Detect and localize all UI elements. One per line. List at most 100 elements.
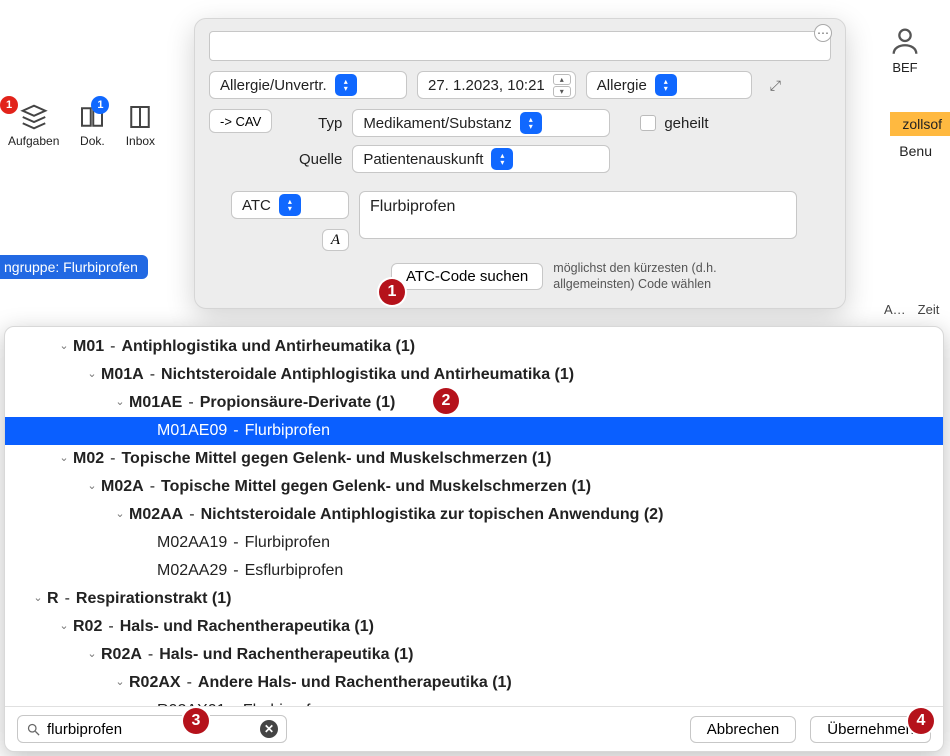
toolbar-dok-label: Dok. — [80, 134, 105, 148]
kind-select[interactable]: Allergie/Unvertr. — [209, 71, 407, 99]
category-select[interactable]: Allergie — [586, 71, 752, 99]
tree-code: M01A — [101, 363, 144, 387]
tree-branch[interactable]: ⌄M02AA-Nichtsteroidale Antiphlogistika z… — [5, 501, 943, 529]
tree-branch[interactable]: ⌄M01-Antiphlogistika und Antirheumatika … — [5, 333, 943, 361]
text-style-button[interactable]: A — [322, 229, 349, 251]
chevron-updown-icon — [279, 194, 301, 216]
kind-select-value: Allergie/Unvertr. — [220, 77, 327, 94]
date-value: 27. 1.2023, 10:21 — [428, 77, 545, 94]
allergy-dialog: ⋯ Allergie/Unvertr. 27. 1.2023, 10:21 ▴▾… — [194, 18, 846, 309]
more-icon[interactable]: ⋯ — [814, 24, 832, 42]
tree-leaf[interactable]: M01AE09-Flurbiprofen — [5, 417, 943, 445]
tree-name: Hals- und Rachentherapeutika (1) — [159, 643, 413, 667]
tree-code: M02 — [73, 447, 104, 471]
substance-value: Flurbiprofen — [370, 198, 455, 215]
disclosure-icon[interactable]: ⌄ — [111, 670, 129, 694]
cav-button[interactable]: -> CAV — [209, 109, 272, 133]
clear-search-icon[interactable]: ✕ — [260, 720, 278, 738]
disclosure-icon[interactable]: ⌄ — [111, 390, 129, 414]
date-field[interactable]: 27. 1.2023, 10:21 ▴▾ — [417, 71, 576, 99]
tree-code: R — [47, 587, 59, 611]
atc-search-button[interactable]: ATC-Code suchen — [391, 263, 543, 290]
code-system-value: ATC — [242, 197, 271, 214]
tree-code: M01 — [73, 335, 104, 359]
code-system-select[interactable]: ATC — [231, 191, 349, 219]
type-label: Typ — [282, 115, 342, 132]
expand-icon[interactable]: ⤢ — [770, 77, 781, 94]
type-select[interactable]: Medikament/Substanz — [352, 109, 610, 137]
tree-branch[interactable]: ⌄R02A-Hals- und Rachentherapeutika (1) — [5, 641, 943, 669]
disclosure-icon[interactable]: ⌄ — [55, 614, 73, 638]
toolbar-aufgaben-label: Aufgaben — [8, 134, 59, 148]
tree-code: M02AA — [129, 503, 183, 527]
benu-label: Benu — [899, 143, 932, 159]
tree-name: Nichtsteroidale Antiphlogistika und Anti… — [161, 363, 574, 387]
tree-name: Flurbiprofen — [245, 419, 330, 443]
tree-name: Respirationstrakt (1) — [76, 587, 232, 611]
zollsoft-tab[interactable]: zollsof — [890, 112, 950, 136]
user-switcher[interactable]: BEF — [888, 24, 922, 75]
tree-code: R02AX01 — [157, 699, 226, 706]
tree-code: M02A — [101, 475, 144, 499]
disclosure-icon[interactable]: ⌄ — [29, 586, 47, 610]
chevron-updown-icon — [491, 148, 513, 170]
category-select-value: Allergie — [597, 77, 647, 94]
tree-name: Flurbiprofen — [243, 699, 328, 706]
disclosure-icon[interactable]: ⌄ — [83, 642, 101, 666]
callout-4: 4 — [908, 708, 934, 734]
tree-name: Flurbiprofen — [245, 531, 330, 555]
cancel-button[interactable]: Abbrechen — [690, 716, 797, 743]
chevron-updown-icon — [655, 74, 677, 96]
tree-branch[interactable]: ⌄R02-Hals- und Rachentherapeutika (1) — [5, 613, 943, 641]
tree-code: R02AX — [129, 671, 181, 695]
tree-leaf[interactable]: R02AX01-Flurbiprofen — [5, 697, 943, 706]
badge-aufgaben: 1 — [0, 96, 18, 114]
chevron-updown-icon — [520, 112, 542, 134]
tree-search-field[interactable]: ✕ — [17, 715, 287, 743]
tree-code: M01AE09 — [157, 419, 227, 443]
atc-tree[interactable]: ⌄M01-Antiphlogistika und Antirheumatika … — [5, 327, 943, 706]
tree-branch[interactable]: ⌄R-Respirationstrakt (1) — [5, 585, 943, 613]
callout-3: 3 — [183, 708, 209, 734]
disclosure-icon[interactable]: ⌄ — [83, 474, 101, 498]
toolbar-inbox[interactable]: Inbox — [125, 102, 155, 148]
toolbar-inbox-label: Inbox — [126, 134, 155, 148]
disclosure-icon[interactable]: ⌄ — [111, 502, 129, 526]
callout-1: 1 — [379, 279, 405, 305]
tree-code: M02AA19 — [157, 531, 227, 555]
tree-name: Hals- und Rachentherapeutika (1) — [120, 615, 374, 639]
atc-hint: möglichst den kürzesten (d.h. allgemeins… — [553, 261, 743, 292]
user-label: BEF — [892, 60, 917, 75]
toolbar-aufgaben[interactable]: 1 Aufgaben — [8, 102, 59, 148]
col-a: A… — [884, 302, 906, 317]
tree-name: Esflurbiprofen — [245, 559, 344, 583]
disclosure-icon[interactable]: ⌄ — [55, 446, 73, 470]
tree-branch[interactable]: ⌄R02AX-Andere Hals- und Rachentherapeuti… — [5, 669, 943, 697]
inbox-icon — [125, 102, 155, 132]
tree-leaf[interactable]: M02AA29-Esflurbiprofen — [5, 557, 943, 585]
dialog-tab-strip[interactable]: ⋯ — [209, 31, 831, 61]
tree-name: Propionsäure-Derivate (1) — [200, 391, 396, 415]
tree-branch[interactable]: ⌄M02-Topische Mittel gegen Gelenk- und M… — [5, 445, 943, 473]
tree-search-input[interactable] — [47, 721, 254, 738]
date-stepper[interactable]: ▴▾ — [553, 74, 571, 97]
source-select[interactable]: Patientenauskunft — [352, 145, 610, 173]
chevron-updown-icon — [335, 74, 357, 96]
healed-checkbox[interactable] — [640, 115, 656, 131]
tree-name: Topische Mittel gegen Gelenk- und Muskel… — [161, 475, 591, 499]
callout-2: 2 — [433, 388, 459, 414]
substance-input[interactable]: Flurbiprofen — [359, 191, 797, 239]
atc-tree-panel: ⌄M01-Antiphlogistika und Antirheumatika … — [4, 326, 944, 752]
tree-leaf[interactable]: M02AA19-Flurbiprofen — [5, 529, 943, 557]
tree-branch[interactable]: ⌄M02A-Topische Mittel gegen Gelenk- und … — [5, 473, 943, 501]
substance-group-tag[interactable]: ngruppe: Flurbiprofen — [0, 255, 148, 279]
tree-branch[interactable]: ⌄M01A-Nichtsteroidale Antiphlogistika un… — [5, 361, 943, 389]
tree-branch[interactable]: ⌄M01AE-Propionsäure-Derivate (1) — [5, 389, 943, 417]
tree-name: Antiphlogistika und Antirheumatika (1) — [121, 335, 415, 359]
user-icon — [888, 24, 922, 58]
source-select-value: Patientenauskunft — [363, 151, 483, 168]
toolbar-dok[interactable]: 1 Dok. — [77, 102, 107, 148]
disclosure-icon[interactable]: ⌄ — [83, 362, 101, 386]
disclosure-icon[interactable]: ⌄ — [55, 334, 73, 358]
tree-name: Topische Mittel gegen Gelenk- und Muskel… — [121, 447, 551, 471]
